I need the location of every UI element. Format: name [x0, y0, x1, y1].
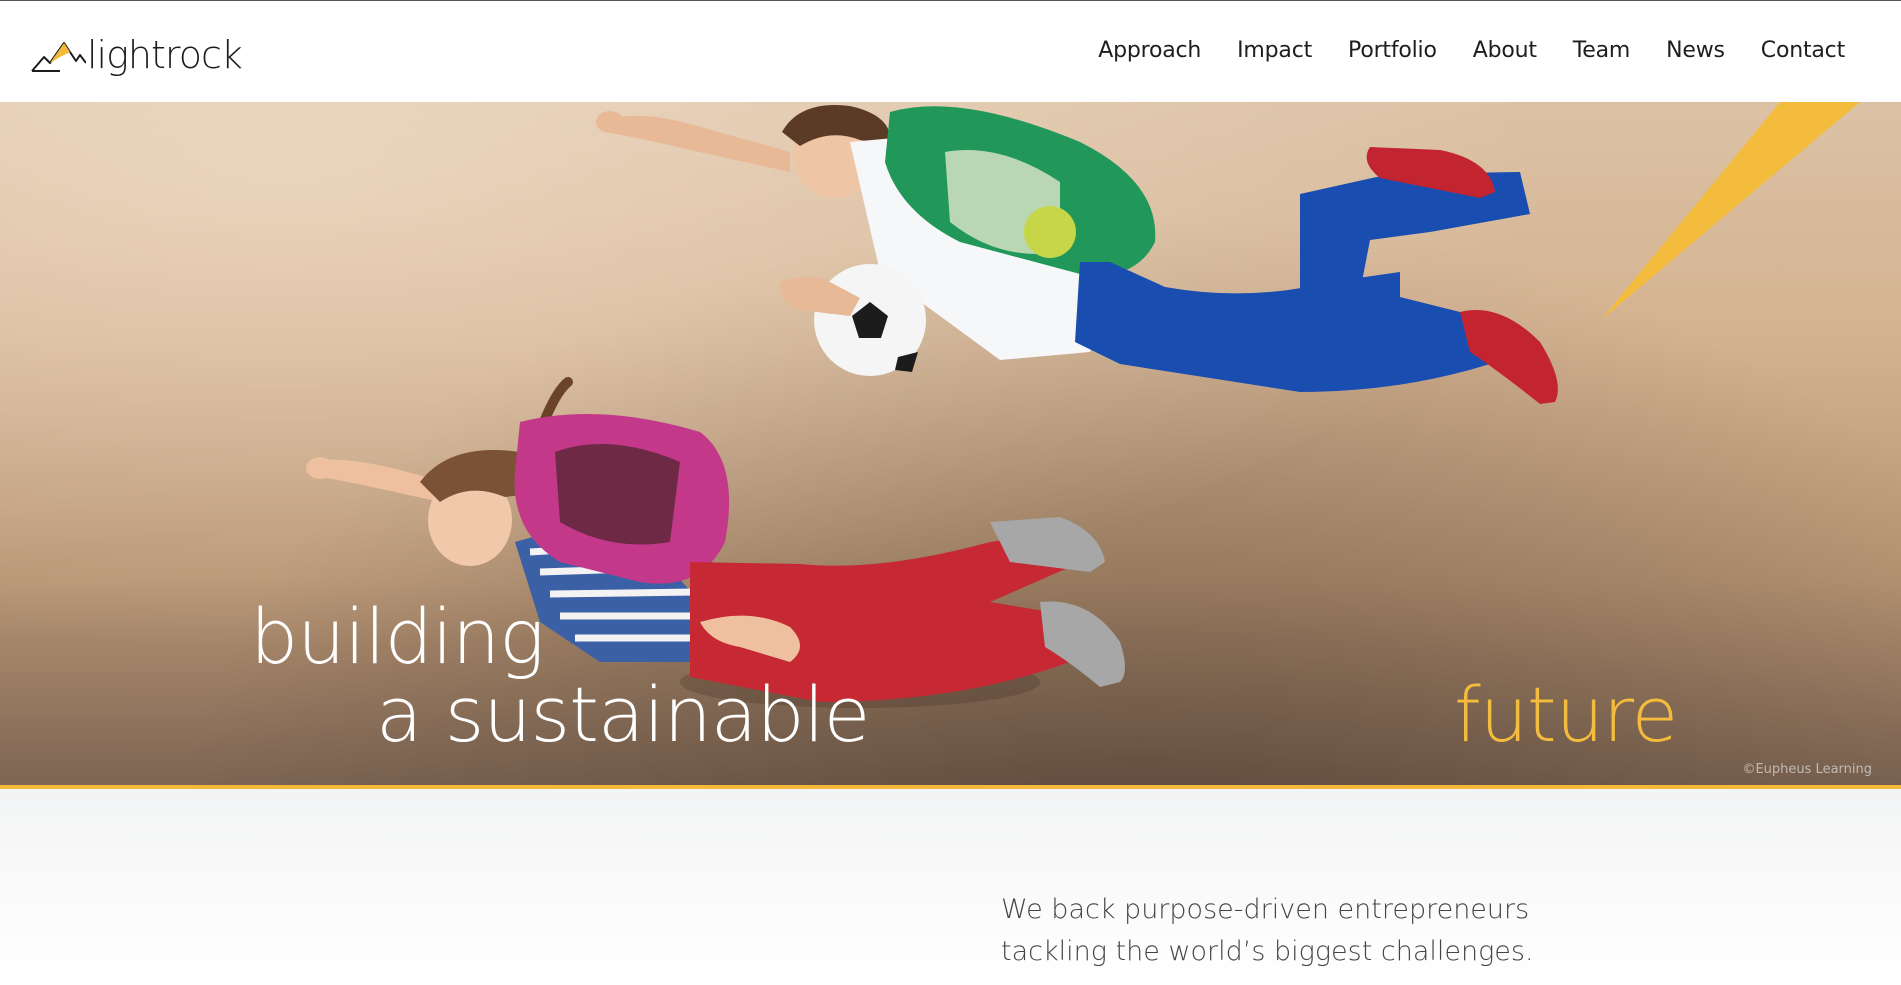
yellow-accent-wedge: [1601, 102, 1860, 320]
logo-text: lightrock: [87, 33, 243, 77]
nav-item-news[interactable]: News: [1648, 35, 1743, 67]
hero-tagline-line1: building: [250, 592, 545, 681]
nav-item-contact[interactable]: Contact: [1743, 35, 1845, 67]
nav-item-impact[interactable]: Impact: [1219, 35, 1330, 67]
intro-text: We back purpose-driven entrepreneurs tac…: [1001, 894, 1534, 967]
nav-item-about[interactable]: About: [1455, 35, 1555, 67]
photo-credit: ©Eupheus Learning: [1742, 762, 1872, 777]
nav-item-approach[interactable]: Approach: [1080, 35, 1219, 67]
mountain-logo-icon: [31, 42, 86, 72]
hero-tagline-line3: future: [1454, 670, 1678, 759]
nav-item-team[interactable]: Team: [1555, 35, 1648, 67]
hero-banner: building a sustainable future ©Eupheus L…: [0, 102, 1901, 785]
intro-section: We back purpose-driven entrepreneurs tac…: [0, 789, 1901, 985]
boy-figure: [596, 105, 1558, 404]
main-nav: Approach Impact Portfolio About Team New…: [1080, 35, 1845, 67]
site-header: lightrock Approach Impact Portfolio Abou…: [0, 1, 1901, 102]
hero-tagline-line2: a sustainable: [376, 670, 870, 759]
nav-item-portfolio[interactable]: Portfolio: [1330, 35, 1455, 67]
logo-link[interactable]: lightrock: [30, 31, 243, 77]
